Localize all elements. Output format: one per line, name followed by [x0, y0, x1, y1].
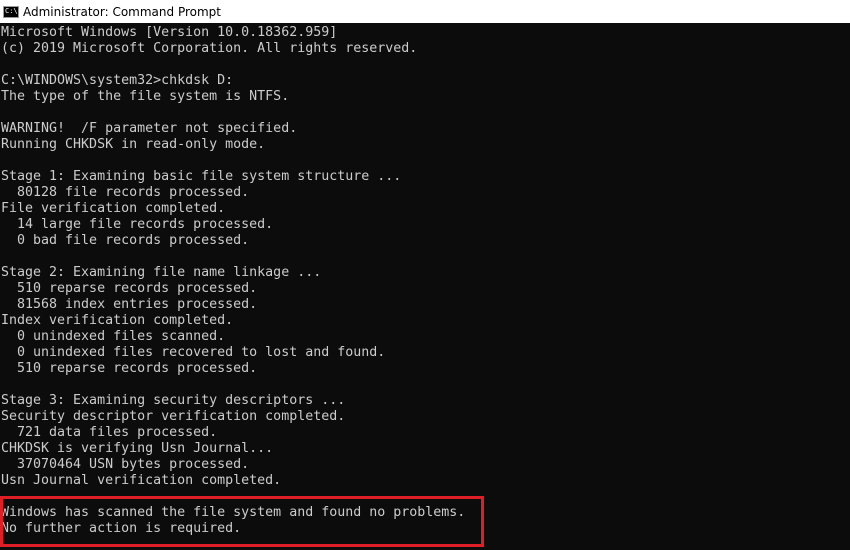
console-line: (c) 2019 Microsoft Corporation. All righ…: [1, 41, 418, 56]
console-line: 14 large file records processed.: [1, 217, 274, 232]
console-line: Security descriptor verification complet…: [1, 409, 346, 424]
console-line: Index verification completed.: [1, 313, 234, 328]
console-line: 0 unindexed files recovered to lost and …: [1, 345, 386, 360]
console-line: File verification completed.: [1, 201, 226, 216]
console-line: Windows has scanned the file system and …: [1, 505, 466, 520]
console-line: Microsoft Windows [Version 10.0.18362.95…: [1, 25, 338, 40]
title-bar[interactable]: C:\ Administrator: Command Prompt: [0, 0, 850, 23]
console-line: 81568 index entries processed.: [1, 297, 258, 312]
console-line: 510 reparse records processed.: [1, 361, 258, 376]
console-line: Usn Journal verification completed.: [1, 473, 282, 488]
command-prompt-icon[interactable]: C:\: [3, 5, 19, 18]
console-line: No further action is required.: [1, 521, 242, 536]
console-line: Stage 1: Examining basic file system str…: [1, 169, 402, 184]
console-line: WARNING! /F parameter not specified.: [1, 121, 298, 136]
console-line: CHKDSK is verifying Usn Journal...: [1, 441, 274, 456]
console-line: Stage 2: Examining file name linkage ...: [1, 265, 322, 280]
console-line: 0 unindexed files scanned.: [1, 329, 226, 344]
command-prompt-window: C:\ Administrator: Command Prompt Micros…: [0, 0, 850, 550]
console-line: 80128 file records processed.: [1, 185, 250, 200]
console-output[interactable]: Microsoft Windows [Version 10.0.18362.95…: [0, 23, 850, 550]
console-line: 0 bad file records processed.: [1, 233, 250, 248]
console-line: 37070464 USN bytes processed.: [1, 457, 250, 472]
console-line: 510 reparse records processed.: [1, 281, 258, 296]
window-title: Administrator: Command Prompt: [23, 4, 221, 19]
command-prompt-icon-glyph: C:\: [5, 6, 18, 15]
console-line: Stage 3: Examining security descriptors …: [1, 393, 346, 408]
console-line: Running CHKDSK in read-only mode.: [1, 137, 266, 152]
console-line: 721 data files processed.: [1, 425, 218, 440]
console-line: The type of the file system is NTFS.: [1, 89, 290, 104]
console-line: C:\WINDOWS\system32>chkdsk D:: [1, 73, 234, 88]
